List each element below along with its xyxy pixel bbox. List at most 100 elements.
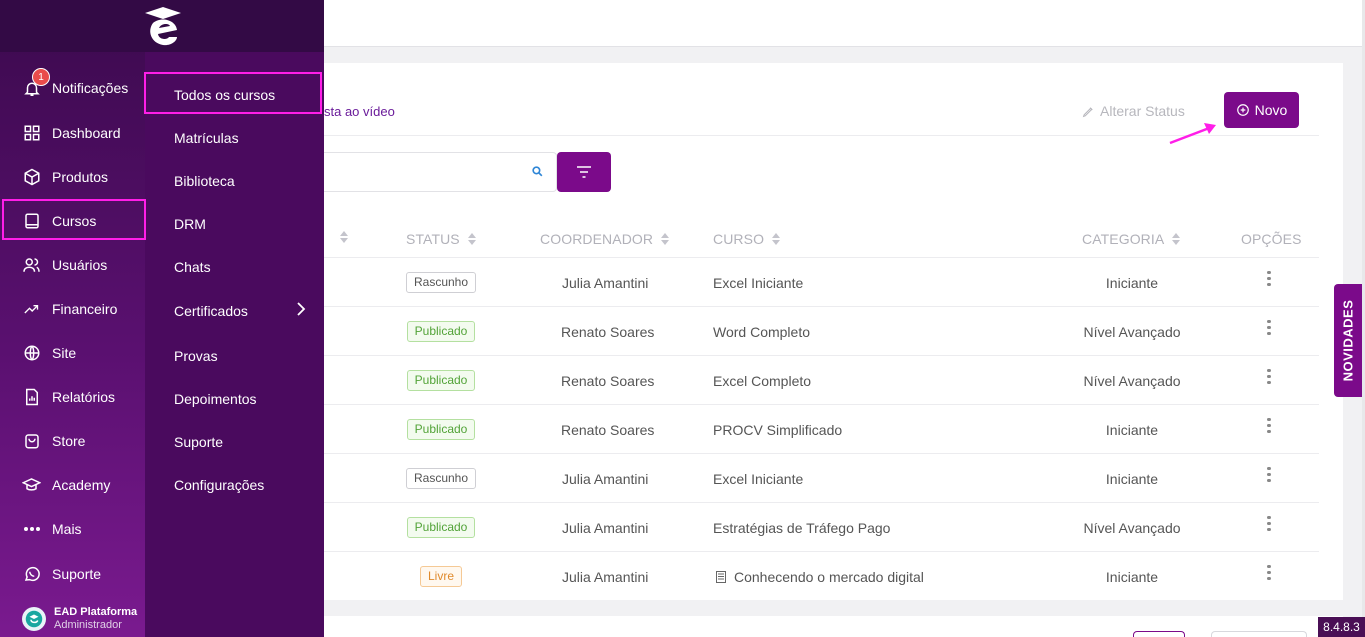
course-cell[interactable]: Excel Iniciante	[713, 258, 803, 307]
pagination-select[interactable]	[1211, 631, 1307, 637]
submenu-item-certificados[interactable]: Certificados	[174, 303, 248, 319]
table-row: Publicado Julia Amantini Estratégias de …	[324, 503, 1319, 552]
submenu-item-drm[interactable]: DRM	[174, 216, 206, 232]
kebab-icon	[1267, 319, 1271, 336]
coordinator-cell: Renato Soares	[561, 372, 655, 389]
top-header	[324, 0, 1362, 47]
users-icon	[23, 258, 40, 272]
trending-icon	[24, 305, 39, 314]
sidebar-item-label: Store	[52, 433, 86, 449]
submenu-item-suporte[interactable]: Suporte	[174, 434, 223, 450]
sidebar-item-academy[interactable]: Academy	[0, 465, 145, 505]
kebab-icon	[1267, 368, 1271, 385]
kebab-icon	[1267, 515, 1271, 532]
table-row: Rascunho Julia Amantini Excel Iniciante …	[324, 258, 1319, 307]
novidades-label: NOVIDADES	[1340, 299, 1356, 382]
status-badge: Rascunho	[405, 468, 477, 489]
category-cell: Iniciante	[1105, 568, 1159, 585]
sidebar-item-usuarios[interactable]: Usuários	[0, 245, 145, 285]
sidebar-item-produtos[interactable]: Produtos	[0, 157, 145, 197]
options-menu[interactable]	[1267, 401, 1271, 450]
submenu-item-depoimentos[interactable]: Depoimentos	[174, 391, 257, 407]
sidebar-item-site[interactable]: Site	[0, 333, 145, 373]
submenu-item-provas[interactable]: Provas	[174, 348, 218, 364]
options-menu[interactable]	[1267, 352, 1271, 401]
status-badge: Publicado	[406, 517, 476, 538]
novo-label: Novo	[1254, 102, 1288, 118]
course-cell[interactable]: Excel Iniciante	[713, 454, 803, 503]
sidebar-item-mais[interactable]: Mais	[0, 509, 145, 549]
sort-icon	[772, 233, 781, 245]
pencil-icon	[1082, 106, 1093, 117]
sidebar-item-label: Site	[52, 345, 77, 361]
courses-card: sta ao vídeo Alterar Status Novo STATUS …	[324, 63, 1343, 637]
coordinator-cell: Julia Amantini	[562, 568, 649, 585]
header-label: CATEGORIA	[1082, 231, 1165, 247]
status-badge: Publicado	[406, 370, 476, 391]
sidebar-item-label: Academy	[52, 477, 111, 493]
plus-circle-icon	[1236, 104, 1249, 116]
user-profile[interactable]: EAD Plataforma Administrador	[22, 606, 137, 632]
coordinator-cell: Julia Amantini	[562, 274, 649, 291]
submenu-item-configuracoes[interactable]: Configurações	[174, 477, 264, 493]
status-badge: Rascunho	[405, 272, 477, 293]
table-row: Publicado Renato Soares Excel Completo N…	[324, 356, 1319, 405]
alter-status-label: Alterar Status	[1100, 103, 1185, 119]
user-role: Administrador	[54, 619, 122, 631]
submenu-item-chats[interactable]: Chats	[174, 259, 211, 275]
user-name: EAD Plataforma	[54, 606, 138, 618]
column-header-curso[interactable]: CURSO	[713, 231, 781, 247]
search-input[interactable]	[324, 152, 557, 192]
column-header-hidden[interactable]	[324, 231, 348, 243]
sidebar-item-notificacoes[interactable]: Notificações	[0, 68, 145, 108]
column-header-coordenador[interactable]: COORDENADOR	[540, 231, 670, 247]
report-icon	[25, 388, 38, 406]
kebab-icon	[1267, 270, 1271, 287]
course-cell[interactable]: Word Completo	[713, 307, 810, 356]
sidebar-item-relatorios[interactable]: Relatórios	[0, 377, 145, 417]
sidebar-item-financeiro[interactable]: Financeiro	[0, 289, 145, 329]
filter-button[interactable]	[557, 152, 611, 192]
sidebar-item-dashboard[interactable]: Dashboard	[0, 113, 145, 153]
options-menu[interactable]	[1267, 303, 1271, 352]
grid-icon	[24, 125, 39, 141]
category-cell: Iniciante	[1105, 274, 1159, 291]
table-row: Rascunho Julia Amantini Excel Iniciante …	[324, 454, 1319, 503]
graduation-icon	[22, 478, 41, 491]
header-label: CURSO	[713, 231, 765, 247]
options-menu[interactable]	[1267, 499, 1271, 548]
sidebar-item-label: Mais	[52, 521, 82, 537]
chevron-right-icon	[297, 302, 306, 316]
submenu-item-matriculas[interactable]: Matrículas	[174, 130, 239, 146]
logo-icon	[145, 7, 181, 46]
sidebar-item-label: Dashboard	[52, 125, 121, 141]
sidebar-item-label: Relatórios	[52, 389, 116, 405]
video-link[interactable]: sta ao vídeo	[324, 104, 395, 119]
sidebar-item-store[interactable]: Store	[0, 421, 145, 461]
alter-status-button[interactable]: Alterar Status	[1082, 103, 1185, 119]
column-header-status[interactable]: STATUS	[406, 231, 476, 247]
options-menu[interactable]	[1267, 548, 1271, 597]
novidades-tab[interactable]: NOVIDADES	[1334, 284, 1362, 397]
category-cell: Nível Avançado	[1083, 323, 1181, 340]
course-cell[interactable]: Conhecendo o mercado digital	[716, 552, 924, 601]
search-icon	[532, 166, 543, 177]
column-header-opcoes: OPÇÕES	[1241, 231, 1302, 247]
coordinator-cell: Renato Soares	[561, 323, 655, 340]
options-menu[interactable]	[1267, 450, 1271, 499]
options-menu[interactable]	[1267, 254, 1271, 303]
submenu-item-biblioteca[interactable]: Biblioteca	[174, 173, 235, 189]
novo-button[interactable]: Novo	[1224, 92, 1299, 128]
course-cell[interactable]: Excel Completo	[713, 356, 811, 405]
todos-highlight	[144, 72, 322, 114]
table-row: Publicado Renato Soares PROCV Simplifica…	[324, 405, 1319, 454]
pagination-button[interactable]	[1133, 631, 1185, 637]
sidebar-item-suporte[interactable]: Suporte	[0, 554, 145, 594]
box-icon	[24, 168, 39, 186]
sidebar-item-label: Suporte	[52, 566, 102, 582]
category-cell: Iniciante	[1105, 470, 1159, 487]
course-cell[interactable]: PROCV Simplificado	[713, 405, 842, 454]
course-cell[interactable]: Estratégias de Tráfego Pago	[713, 503, 890, 552]
column-header-categoria[interactable]: CATEGORIA	[1082, 231, 1181, 247]
category-cell: Nível Avançado	[1083, 519, 1181, 536]
